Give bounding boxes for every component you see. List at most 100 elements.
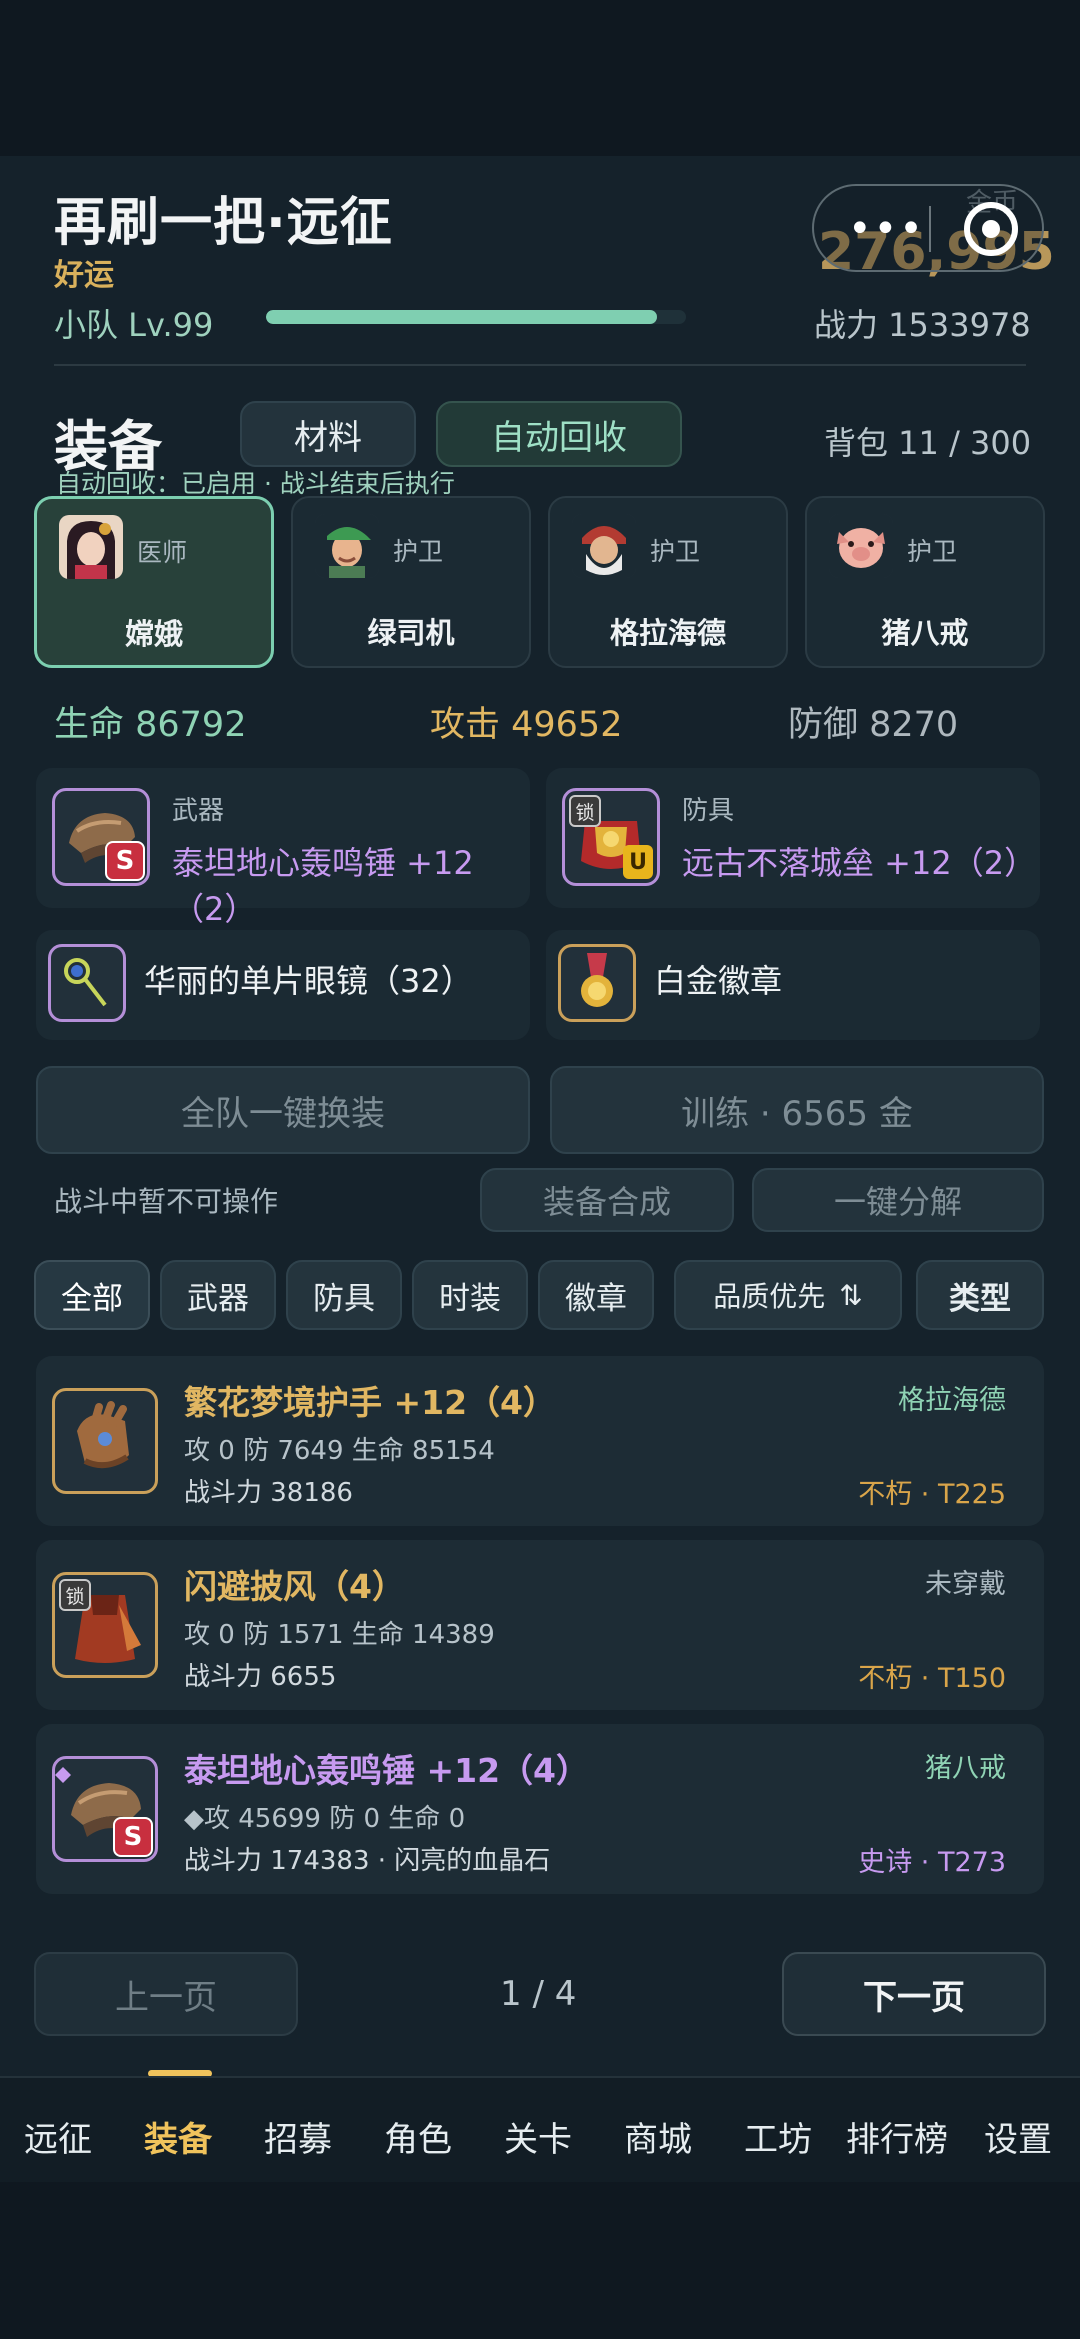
nav-ranking[interactable]: 排行榜 bbox=[846, 2112, 948, 2161]
avatar bbox=[829, 514, 893, 578]
hero-role: 护卫 bbox=[907, 537, 958, 566]
slot-item-name: 泰坦地心轰鸣锤 +12（2） bbox=[172, 844, 474, 928]
slot-label: 防具 bbox=[682, 796, 735, 826]
tab-auto-recycle[interactable]: 自动回收 bbox=[436, 401, 682, 467]
slot-weapon[interactable]: S 武器 泰坦地心轰鸣锤 +12（2） bbox=[36, 768, 530, 928]
hammer-icon: S bbox=[52, 788, 150, 886]
filter-armor[interactable]: 防具 bbox=[286, 1260, 402, 1330]
slot-item-name: 华丽的单片眼镜（32） bbox=[144, 962, 473, 1000]
subtitle: 好运 bbox=[54, 258, 114, 293]
power-total: 战力 1533978 bbox=[814, 306, 1031, 344]
item-name: 泰坦地心轰鸣锤 +12（4） bbox=[184, 1751, 590, 1790]
mini-program-capsule: ••• bbox=[812, 184, 1044, 272]
hero-card-galahad[interactable]: 护卫 格拉海德 bbox=[548, 496, 788, 668]
hero-name: 绿司机 bbox=[367, 616, 455, 650]
grade-badge: U bbox=[623, 845, 653, 879]
filter-fashion[interactable]: 时装 bbox=[412, 1260, 528, 1330]
prev-page-button[interactable]: 上一页 bbox=[34, 1952, 298, 2036]
target-dot bbox=[982, 220, 1000, 238]
sort-label: 品质优先 bbox=[713, 1280, 826, 1313]
stat-def: 防御 8270 bbox=[788, 705, 959, 745]
slot-accessory[interactable]: 华丽的单片眼镜（32） bbox=[36, 930, 530, 1040]
item-stats: 攻 0 防 1571 生命 14389 bbox=[184, 1620, 495, 1650]
hero-card-zhubajie[interactable]: 护卫 猪八戒 bbox=[805, 496, 1045, 668]
nav-character[interactable]: 角色 bbox=[384, 2112, 452, 2161]
nav-settings[interactable]: 设置 bbox=[984, 2112, 1052, 2161]
medal-icon bbox=[558, 944, 636, 1022]
item-power: 战斗力 38186 bbox=[184, 1478, 353, 1508]
list-item[interactable]: S 泰坦地心轰鸣锤 +12（4） ◆攻 45699 防 0 生命 0 战斗力 1… bbox=[36, 1724, 1044, 1894]
level-progress-bar bbox=[266, 310, 686, 324]
avatar bbox=[59, 515, 123, 579]
team-level: 小队 Lv.99 bbox=[54, 306, 214, 344]
hero-name: 格拉海德 bbox=[609, 616, 726, 650]
item-owner: 猪八戒 bbox=[925, 1753, 1006, 1784]
item-rarity: 不朽 · T150 bbox=[858, 1663, 1006, 1694]
status-bar-area bbox=[0, 0, 1080, 156]
fortress-armor-icon: 锁 U bbox=[562, 788, 660, 886]
item-power: 战斗力 174383 · 闪亮的血晶石 bbox=[184, 1846, 551, 1876]
nav-expedition[interactable]: 远征 bbox=[24, 2112, 92, 2161]
capsule-divider bbox=[929, 206, 931, 252]
train-button[interactable]: 训练 · 6565 金 bbox=[550, 1066, 1044, 1154]
target-close-icon[interactable] bbox=[964, 202, 1018, 256]
slot-item-name: 远古不落城垒 +12（2） bbox=[682, 844, 1037, 882]
item-stats: 攻 0 防 7649 生命 85154 bbox=[184, 1436, 495, 1466]
bottom-nav: 远征 装备 招募 角色 关卡 商城 工坊 排行榜 设置 bbox=[0, 2076, 1080, 2182]
slot-medal[interactable]: 白金徽章 bbox=[546, 930, 1040, 1040]
hero-card-green-driver[interactable]: 护卫 绿司机 bbox=[291, 496, 531, 668]
hero-role: 护卫 bbox=[650, 537, 701, 566]
nav-equipment[interactable]: 装备 bbox=[144, 2112, 212, 2161]
disabled-note: 战斗中暂不可操作 bbox=[54, 1185, 279, 1218]
avatar bbox=[315, 514, 379, 578]
cloak-icon: 锁 bbox=[52, 1572, 158, 1678]
filter-weapon[interactable]: 武器 bbox=[160, 1260, 276, 1330]
nav-recruit[interactable]: 招募 bbox=[264, 2112, 332, 2161]
hero-card-change[interactable]: 医师 嫦娥 bbox=[34, 496, 274, 668]
tab-materials[interactable]: 材料 bbox=[240, 401, 416, 467]
slot-label: 武器 bbox=[172, 796, 225, 826]
item-owner: 格拉海德 bbox=[898, 1385, 1006, 1416]
hero-role: 医师 bbox=[137, 538, 188, 567]
slot-item-name: 白金徽章 bbox=[654, 962, 783, 1000]
filter-all[interactable]: 全部 bbox=[34, 1260, 150, 1330]
nav-shop[interactable]: 商城 bbox=[624, 2112, 692, 2161]
item-stats: ◆攻 45699 防 0 生命 0 bbox=[184, 1804, 466, 1834]
item-name: 繁花梦境护手 +12（4） bbox=[184, 1383, 557, 1422]
grade-badge: S bbox=[105, 841, 145, 881]
gauntlet-icon bbox=[52, 1388, 158, 1494]
equip-all-button[interactable]: 全队一键换装 bbox=[36, 1066, 530, 1154]
item-power: 战斗力 6655 bbox=[184, 1662, 337, 1692]
page-title: 再刷一把·远征 bbox=[54, 193, 393, 253]
nav-workshop[interactable]: 工坊 bbox=[744, 2112, 812, 2161]
hero-role: 护卫 bbox=[393, 537, 444, 566]
hero-name: 嫦娥 bbox=[124, 617, 183, 651]
sort-arrows-icon: ⇅ bbox=[839, 1278, 863, 1312]
item-rarity: 不朽 · T225 bbox=[858, 1479, 1006, 1510]
level-progress-fill bbox=[266, 310, 657, 324]
page-indicator: 1 / 4 bbox=[500, 1974, 577, 2014]
filter-type[interactable]: 类型 bbox=[916, 1260, 1044, 1330]
item-rarity: 史诗 · T273 bbox=[858, 1847, 1006, 1878]
more-dots-icon[interactable]: ••• bbox=[848, 206, 925, 252]
nav-stage[interactable]: 关卡 bbox=[504, 2112, 572, 2161]
hammer-icon: S bbox=[52, 1756, 158, 1862]
item-name: 闪避披风（4） bbox=[184, 1567, 405, 1606]
craft-button[interactable]: 装备合成 bbox=[480, 1168, 734, 1232]
lock-icon: 锁 bbox=[569, 795, 601, 827]
next-page-button[interactable]: 下一页 bbox=[782, 1952, 1046, 2036]
sort-quality-button[interactable]: 品质优先 ⇅ bbox=[674, 1260, 902, 1330]
hero-name: 猪八戒 bbox=[881, 616, 969, 650]
bag-capacity: 背包 11 / 300 bbox=[824, 424, 1032, 462]
stat-hp: 生命 86792 bbox=[54, 705, 247, 745]
grade-badge: S bbox=[113, 1817, 153, 1857]
list-item[interactable]: 繁花梦境护手 +12（4） 攻 0 防 7649 生命 85154 战斗力 38… bbox=[36, 1356, 1044, 1526]
list-item[interactable]: 锁 闪避披风（4） 攻 0 防 1571 生命 14389 战斗力 6655 未… bbox=[36, 1540, 1044, 1710]
auto-recycle-note: 自动回收：已启用 · 战斗结束后执行 bbox=[56, 469, 455, 498]
header-divider bbox=[54, 364, 1026, 366]
dismantle-button[interactable]: 一键分解 bbox=[752, 1168, 1044, 1232]
slot-armor[interactable]: 锁 U 防具 远古不落城垒 +12（2） bbox=[546, 768, 1040, 908]
filter-medal[interactable]: 徽章 bbox=[538, 1260, 654, 1330]
stat-atk: 攻击 49652 bbox=[430, 705, 623, 745]
monocle-icon bbox=[48, 944, 126, 1022]
